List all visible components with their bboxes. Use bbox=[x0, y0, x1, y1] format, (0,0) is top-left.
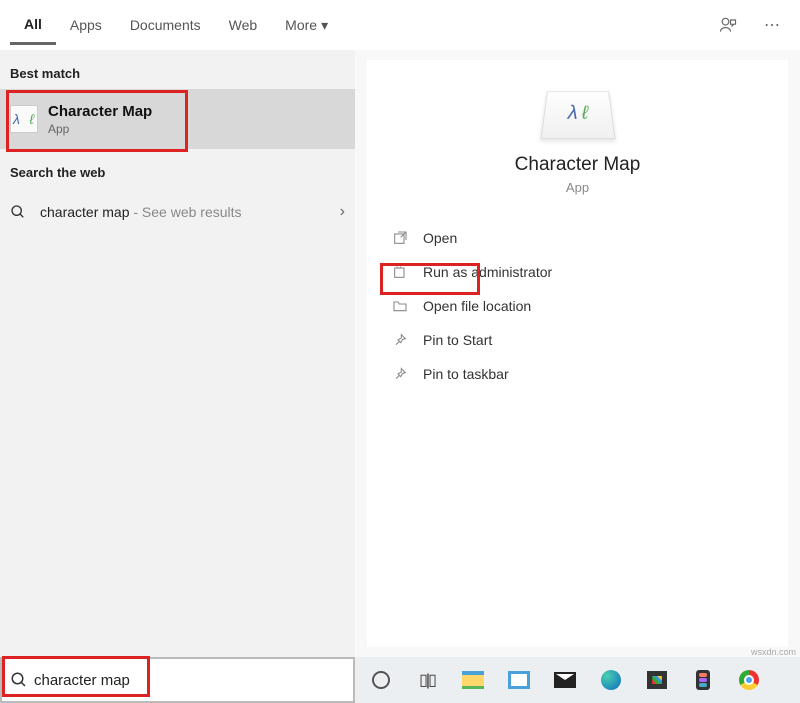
search-icon bbox=[10, 204, 30, 220]
best-match-subtitle: App bbox=[48, 122, 152, 136]
web-result-text: character map - See web results bbox=[40, 204, 330, 220]
microsoft-store-icon[interactable] bbox=[645, 668, 669, 692]
file-explorer-icon[interactable] bbox=[461, 668, 485, 692]
tab-more[interactable]: More ▾ bbox=[271, 7, 342, 44]
cortana-icon[interactable] bbox=[369, 668, 393, 692]
chevron-down-icon: ▾ bbox=[321, 17, 328, 34]
character-map-icon-large: λℓ bbox=[540, 91, 615, 139]
folder-icon bbox=[391, 297, 409, 315]
open-action[interactable]: Open bbox=[387, 221, 768, 255]
watermark: wsxdn.com bbox=[751, 647, 796, 657]
figma-icon[interactable] bbox=[691, 668, 715, 692]
best-match-header: Best match bbox=[0, 50, 355, 89]
feedback-icon[interactable] bbox=[718, 15, 754, 35]
run-as-admin-action[interactable]: Run as administrator bbox=[387, 255, 768, 289]
taskbar: ▯|▯ bbox=[355, 657, 800, 703]
chrome-icon[interactable] bbox=[737, 668, 761, 692]
pin-to-taskbar-action[interactable]: Pin to taskbar bbox=[387, 357, 768, 391]
app-title: Character Map bbox=[515, 154, 641, 176]
tab-documents[interactable]: Documents bbox=[116, 7, 215, 43]
character-map-icon bbox=[10, 105, 38, 133]
filter-tabs: All Apps Documents Web More ▾ ⋯ bbox=[0, 0, 800, 50]
search-icon bbox=[10, 671, 28, 689]
best-match-title: Character Map bbox=[48, 103, 152, 120]
open-icon bbox=[391, 229, 409, 247]
detail-panel: λℓ Character Map App Open Run as adminis… bbox=[355, 50, 800, 657]
tab-all[interactable]: All bbox=[10, 6, 56, 45]
pin-icon bbox=[391, 331, 409, 349]
more-options-icon[interactable]: ⋯ bbox=[754, 15, 790, 35]
search-input[interactable] bbox=[34, 672, 345, 689]
word-icon[interactable] bbox=[507, 668, 531, 692]
bottom-bar: ▯|▯ bbox=[0, 657, 800, 703]
web-search-result[interactable]: character map - See web results › bbox=[0, 188, 355, 236]
chevron-right-icon: › bbox=[340, 203, 345, 221]
best-match-result[interactable]: Character Map App bbox=[0, 89, 355, 149]
edge-icon[interactable] bbox=[599, 668, 623, 692]
mail-icon[interactable] bbox=[553, 668, 577, 692]
tab-web[interactable]: Web bbox=[215, 7, 272, 43]
open-file-location-action[interactable]: Open file location bbox=[387, 289, 768, 323]
search-box[interactable] bbox=[0, 657, 355, 703]
search-web-header: Search the web bbox=[0, 149, 355, 188]
tab-apps[interactable]: Apps bbox=[56, 7, 116, 43]
shield-icon bbox=[391, 263, 409, 281]
task-view-icon[interactable]: ▯|▯ bbox=[415, 668, 439, 692]
pin-icon bbox=[391, 365, 409, 383]
app-subtitle: App bbox=[566, 180, 589, 195]
results-panel: Best match Character Map App Search the … bbox=[0, 50, 355, 657]
pin-to-start-action[interactable]: Pin to Start bbox=[387, 323, 768, 357]
